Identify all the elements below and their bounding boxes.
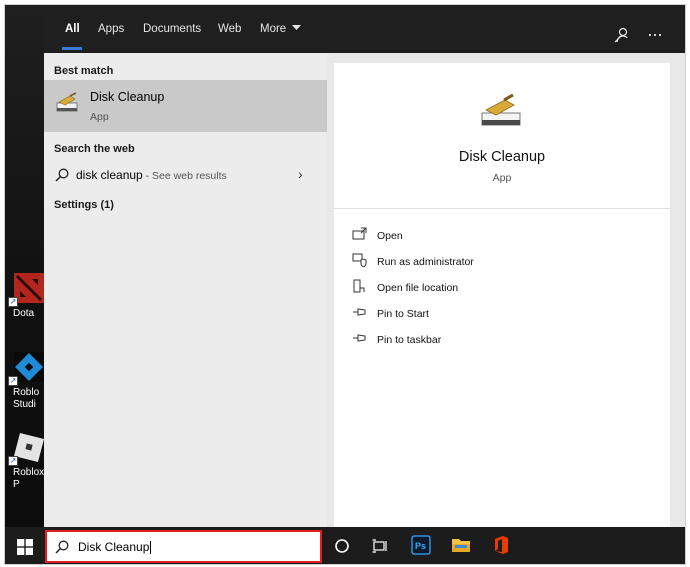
action-label: Run as administrator xyxy=(377,256,474,268)
screenshot-frame: ↗ Dota ↗ Roblo Studi ↗ Roblox P All Apps… xyxy=(4,4,686,565)
action-label: Open file location xyxy=(377,282,459,294)
search-web-heading: Search the web xyxy=(54,143,135,155)
action-label: Pin to Start xyxy=(377,308,429,320)
web-search-result[interactable]: disk cleanup - See web results › xyxy=(44,163,327,189)
open-icon xyxy=(352,227,367,240)
shortcut-arrow-icon: ↗ xyxy=(8,297,18,307)
taskbar: Disk Cleanup Ps xyxy=(5,527,685,564)
active-tab-indicator xyxy=(62,47,82,50)
cortana-icon[interactable] xyxy=(334,538,350,554)
search-icon xyxy=(55,540,69,554)
best-match-result[interactable]: Disk Cleanup App xyxy=(44,80,327,132)
web-result-query: disk cleanup xyxy=(76,168,143,182)
dota-icon: ↗ xyxy=(8,271,46,307)
web-result-text: disk cleanup - See web results xyxy=(76,168,227,182)
shield-admin-icon xyxy=(352,253,367,267)
detail-app-name: Disk Cleanup xyxy=(458,149,546,165)
windows-start-icon[interactable] xyxy=(17,539,33,555)
web-result-suffix: - See web results xyxy=(142,170,227,182)
shortcut-arrow-icon: ↗ xyxy=(8,376,18,386)
roblox-studio-icon: ↗ xyxy=(8,350,46,386)
best-match-heading: Best match xyxy=(54,65,114,77)
action-pin-to-taskbar[interactable]: Pin to taskbar xyxy=(352,331,652,351)
file-explorer-icon[interactable] xyxy=(451,535,471,555)
task-view-icon[interactable] xyxy=(372,538,388,554)
tab-apps[interactable]: Apps xyxy=(98,23,124,35)
tab-web[interactable]: Web xyxy=(218,23,241,35)
tab-all[interactable]: All xyxy=(65,23,80,35)
disk-cleanup-large-icon xyxy=(481,93,521,126)
disk-cleanup-icon xyxy=(56,92,78,112)
search-flyout: All Apps Documents Web More Best match D… xyxy=(44,5,685,527)
chevron-right-icon[interactable]: › xyxy=(298,166,303,182)
action-pin-to-start[interactable]: Pin to Start xyxy=(352,305,652,325)
roblox-player-icon: ↗ xyxy=(8,430,46,466)
detail-pane: Disk Cleanup App Open Run as administrat… xyxy=(334,63,670,527)
more-options-icon[interactable] xyxy=(648,33,662,37)
pin-icon xyxy=(353,308,366,316)
office-icon[interactable] xyxy=(491,535,511,555)
tab-more-label: More xyxy=(260,23,287,35)
pin-icon xyxy=(353,334,366,342)
search-tab-bar: All Apps Documents Web More xyxy=(44,5,685,53)
shortcut-arrow-icon: ↗ xyxy=(8,456,18,466)
search-input[interactable]: Disk Cleanup xyxy=(78,541,152,554)
tab-documents[interactable]: Documents xyxy=(143,23,201,35)
action-label: Pin to taskbar xyxy=(377,334,442,346)
best-match-type: App xyxy=(90,111,109,123)
divider xyxy=(334,208,670,209)
feedback-icon[interactable] xyxy=(614,27,630,43)
detail-app-type: App xyxy=(492,172,512,184)
action-label: Open xyxy=(377,230,403,242)
svg-text:Ps: Ps xyxy=(415,541,426,551)
taskbar-search-box[interactable]: Disk Cleanup xyxy=(45,530,322,563)
photoshop-icon[interactable]: Ps xyxy=(411,535,431,555)
search-icon xyxy=(55,168,69,182)
best-match-name: Disk Cleanup xyxy=(90,90,165,104)
action-run-as-administrator[interactable]: Run as administrator xyxy=(352,253,652,273)
results-pane: Best match Disk Cleanup App Search the w… xyxy=(44,53,327,527)
tab-more[interactable]: More xyxy=(260,23,302,35)
chevron-down-icon xyxy=(292,25,302,30)
file-location-icon xyxy=(353,279,365,293)
settings-heading[interactable]: Settings (1) xyxy=(54,199,114,211)
action-open[interactable]: Open xyxy=(352,227,652,247)
action-open-file-location[interactable]: Open file location xyxy=(352,279,652,299)
